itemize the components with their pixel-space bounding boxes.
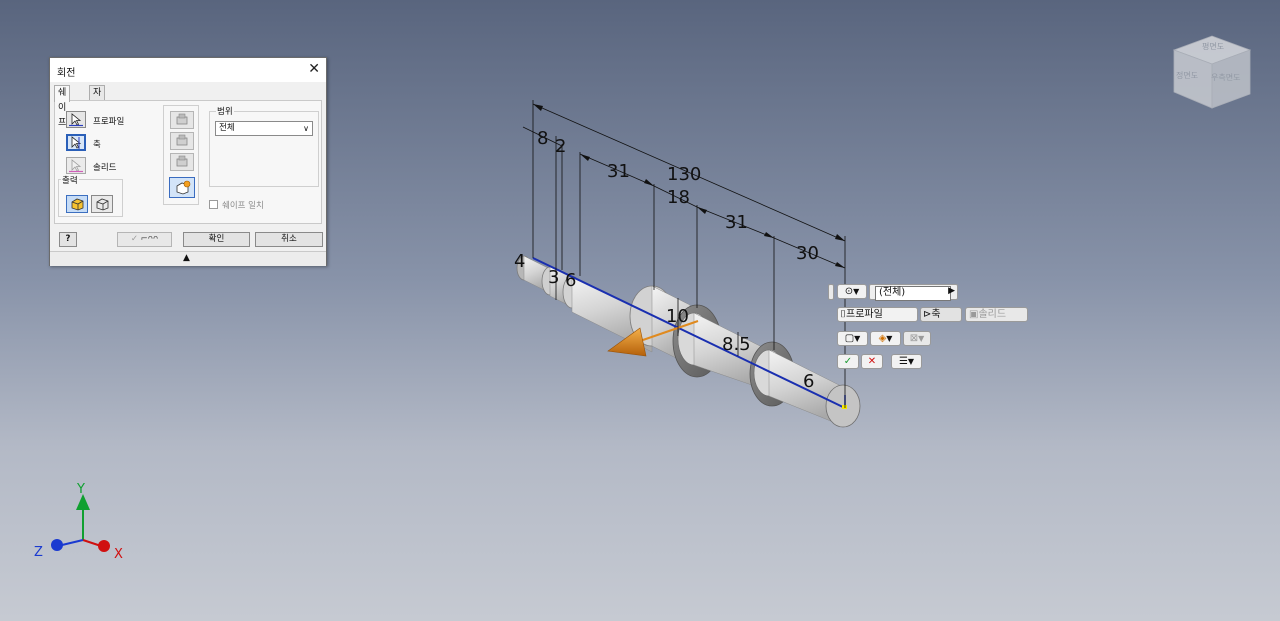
dim-10[interactable]: 10 — [666, 306, 689, 327]
viewcube-right-label: 우측면도 — [1211, 72, 1240, 82]
dim-30[interactable]: 30 — [796, 243, 819, 264]
chevron-down-icon: ▼ — [853, 287, 860, 296]
axis-cursor-icon: ⊳ — [923, 309, 932, 320]
intersect-icon: ⊠ — [909, 333, 919, 344]
tab-details[interactable]: 자세히 — [89, 85, 106, 128]
dim-130[interactable]: 130 — [667, 164, 701, 185]
full-circle-icon: ⊙ — [844, 286, 854, 297]
triangle-up-icon: ▲ — [183, 253, 190, 263]
minitoolbar-grip[interactable] — [828, 284, 834, 300]
checkmark-icon: ✓ — [843, 356, 853, 367]
dim-3[interactable]: 3 — [548, 267, 559, 288]
minitoolbar-axis-label: 축 — [931, 309, 941, 320]
dialog-expander[interactable]: ▲ — [50, 251, 326, 266]
checkmark-icon: ✓ — [130, 234, 138, 244]
minitoolbar-profile-label: 프로파일 — [846, 309, 883, 320]
close-icon: ✕ — [867, 356, 877, 367]
profile-select-button[interactable] — [66, 111, 86, 128]
solid-select-button[interactable] — [66, 157, 86, 174]
dim-4[interactable]: 4 — [514, 251, 525, 272]
revolve-axis-line[interactable] — [532, 257, 846, 409]
ok-button[interactable]: 확인 — [183, 232, 250, 247]
viewcube[interactable]: 평면도 정면도 우측면도 — [1172, 35, 1252, 109]
list-icon: ☰ — [898, 356, 908, 367]
chevron-down-icon: ∨ — [303, 124, 309, 133]
output-surface-button[interactable] — [91, 195, 113, 213]
chevron-down-icon: ▼ — [918, 334, 925, 343]
profile-endpoint-marker — [842, 405, 847, 409]
profile-cursor-icon: ⌷ — [840, 309, 846, 320]
range-type-button[interactable]: ⊙▼ — [837, 284, 867, 299]
cut-button[interactable] — [170, 132, 194, 150]
dim-31-b[interactable]: 31 — [725, 212, 748, 233]
tab-shape[interactable]: 쉐이프 — [54, 85, 71, 128]
output-dropdown-button[interactable]: ▢▼ — [837, 331, 868, 346]
dim-31-a[interactable]: 31 — [607, 161, 630, 182]
shape-tab-panel: 프로파일 축 솔리드 출력 범위 — [54, 100, 322, 224]
range-combo-field[interactable]: (전체) — [875, 286, 951, 301]
cube-outline-icon: ▢ — [844, 333, 855, 344]
dim-6-a[interactable]: 6 — [565, 270, 576, 291]
range-label: 범위 — [216, 105, 234, 117]
ok-checkmark-button[interactable]: ✓ — [837, 354, 859, 369]
new-solid-button[interactable] — [169, 177, 195, 198]
close-icon[interactable]: ✕ — [308, 61, 320, 77]
arrow-right-icon[interactable]: ▶ — [948, 286, 955, 296]
dim-18[interactable]: 18 — [667, 187, 690, 208]
minitoolbar-axis-button[interactable]: ⊳축 — [920, 307, 962, 322]
solid-cube-icon: ▣ — [969, 309, 979, 320]
chevron-down-icon: ▼ — [907, 357, 915, 366]
axis-triad: Y X Z — [34, 482, 123, 562]
x-axis-label: X — [114, 547, 123, 562]
dim-6-b[interactable]: 6 — [803, 371, 814, 392]
output-solid-button[interactable] — [66, 195, 88, 213]
match-shape-checkbox[interactable] — [209, 200, 218, 209]
join-button[interactable] — [170, 111, 194, 129]
dim-8-5[interactable]: 8.5 — [722, 334, 751, 355]
output-label: 출력 — [61, 174, 79, 186]
viewcube-front-label: 정면도 — [1176, 70, 1198, 80]
z-axis-label: Z — [34, 545, 43, 560]
intersect-dropdown-button[interactable]: ⊠▼ — [903, 331, 931, 346]
dim-8[interactable]: 8 — [537, 128, 548, 149]
solid-label: 솔리드 — [93, 163, 117, 173]
operation-dropdown-button[interactable]: ◈▼ — [870, 331, 901, 346]
minitoolbar-profile-button[interactable]: ⌷프로파일 — [837, 307, 918, 322]
cancel-button[interactable]: 취소 — [255, 232, 323, 247]
revolve-dialog: 회전 ✕ 쉐이프 자세히 프로파일 축 솔리드 출력 — [49, 57, 327, 266]
intersect-button[interactable] — [170, 153, 194, 171]
axis-label: 축 — [93, 140, 101, 150]
viewcube-top-label: 평면도 — [1202, 41, 1224, 51]
chevron-down-icon: ▼ — [886, 334, 893, 343]
range-combo[interactable]: (전체) ▶ — [869, 284, 958, 301]
options-dropdown-button[interactable]: ☰▼ — [891, 354, 922, 369]
preview-toggle-button[interactable]: ✓ ⌐ᴖᴖ — [117, 232, 172, 247]
y-axis-label: Y — [76, 482, 85, 497]
dim-2[interactable]: 2 — [555, 136, 566, 157]
minitoolbar-solid-label: 솔리드 — [978, 309, 1007, 320]
minitoolbar-solid-button[interactable]: ▣솔리드 — [965, 307, 1028, 322]
match-shape-label: 쉐이프 일치 — [222, 201, 264, 211]
glasses-icon: ⌐ᴖᴖ — [140, 234, 159, 244]
axis-select-button[interactable] — [66, 134, 86, 151]
range-select-value: 전체 — [219, 123, 235, 133]
dialog-titlebar[interactable]: 회전 ✕ — [50, 58, 326, 82]
profile-label: 프로파일 — [93, 117, 125, 127]
dialog-title: 회전 — [57, 68, 76, 79]
help-button[interactable]: ? — [59, 232, 77, 247]
range-select[interactable]: 전체 ∨ — [215, 121, 313, 136]
chevron-down-icon: ▼ — [854, 334, 861, 343]
cancel-x-button[interactable]: ✕ — [861, 354, 883, 369]
